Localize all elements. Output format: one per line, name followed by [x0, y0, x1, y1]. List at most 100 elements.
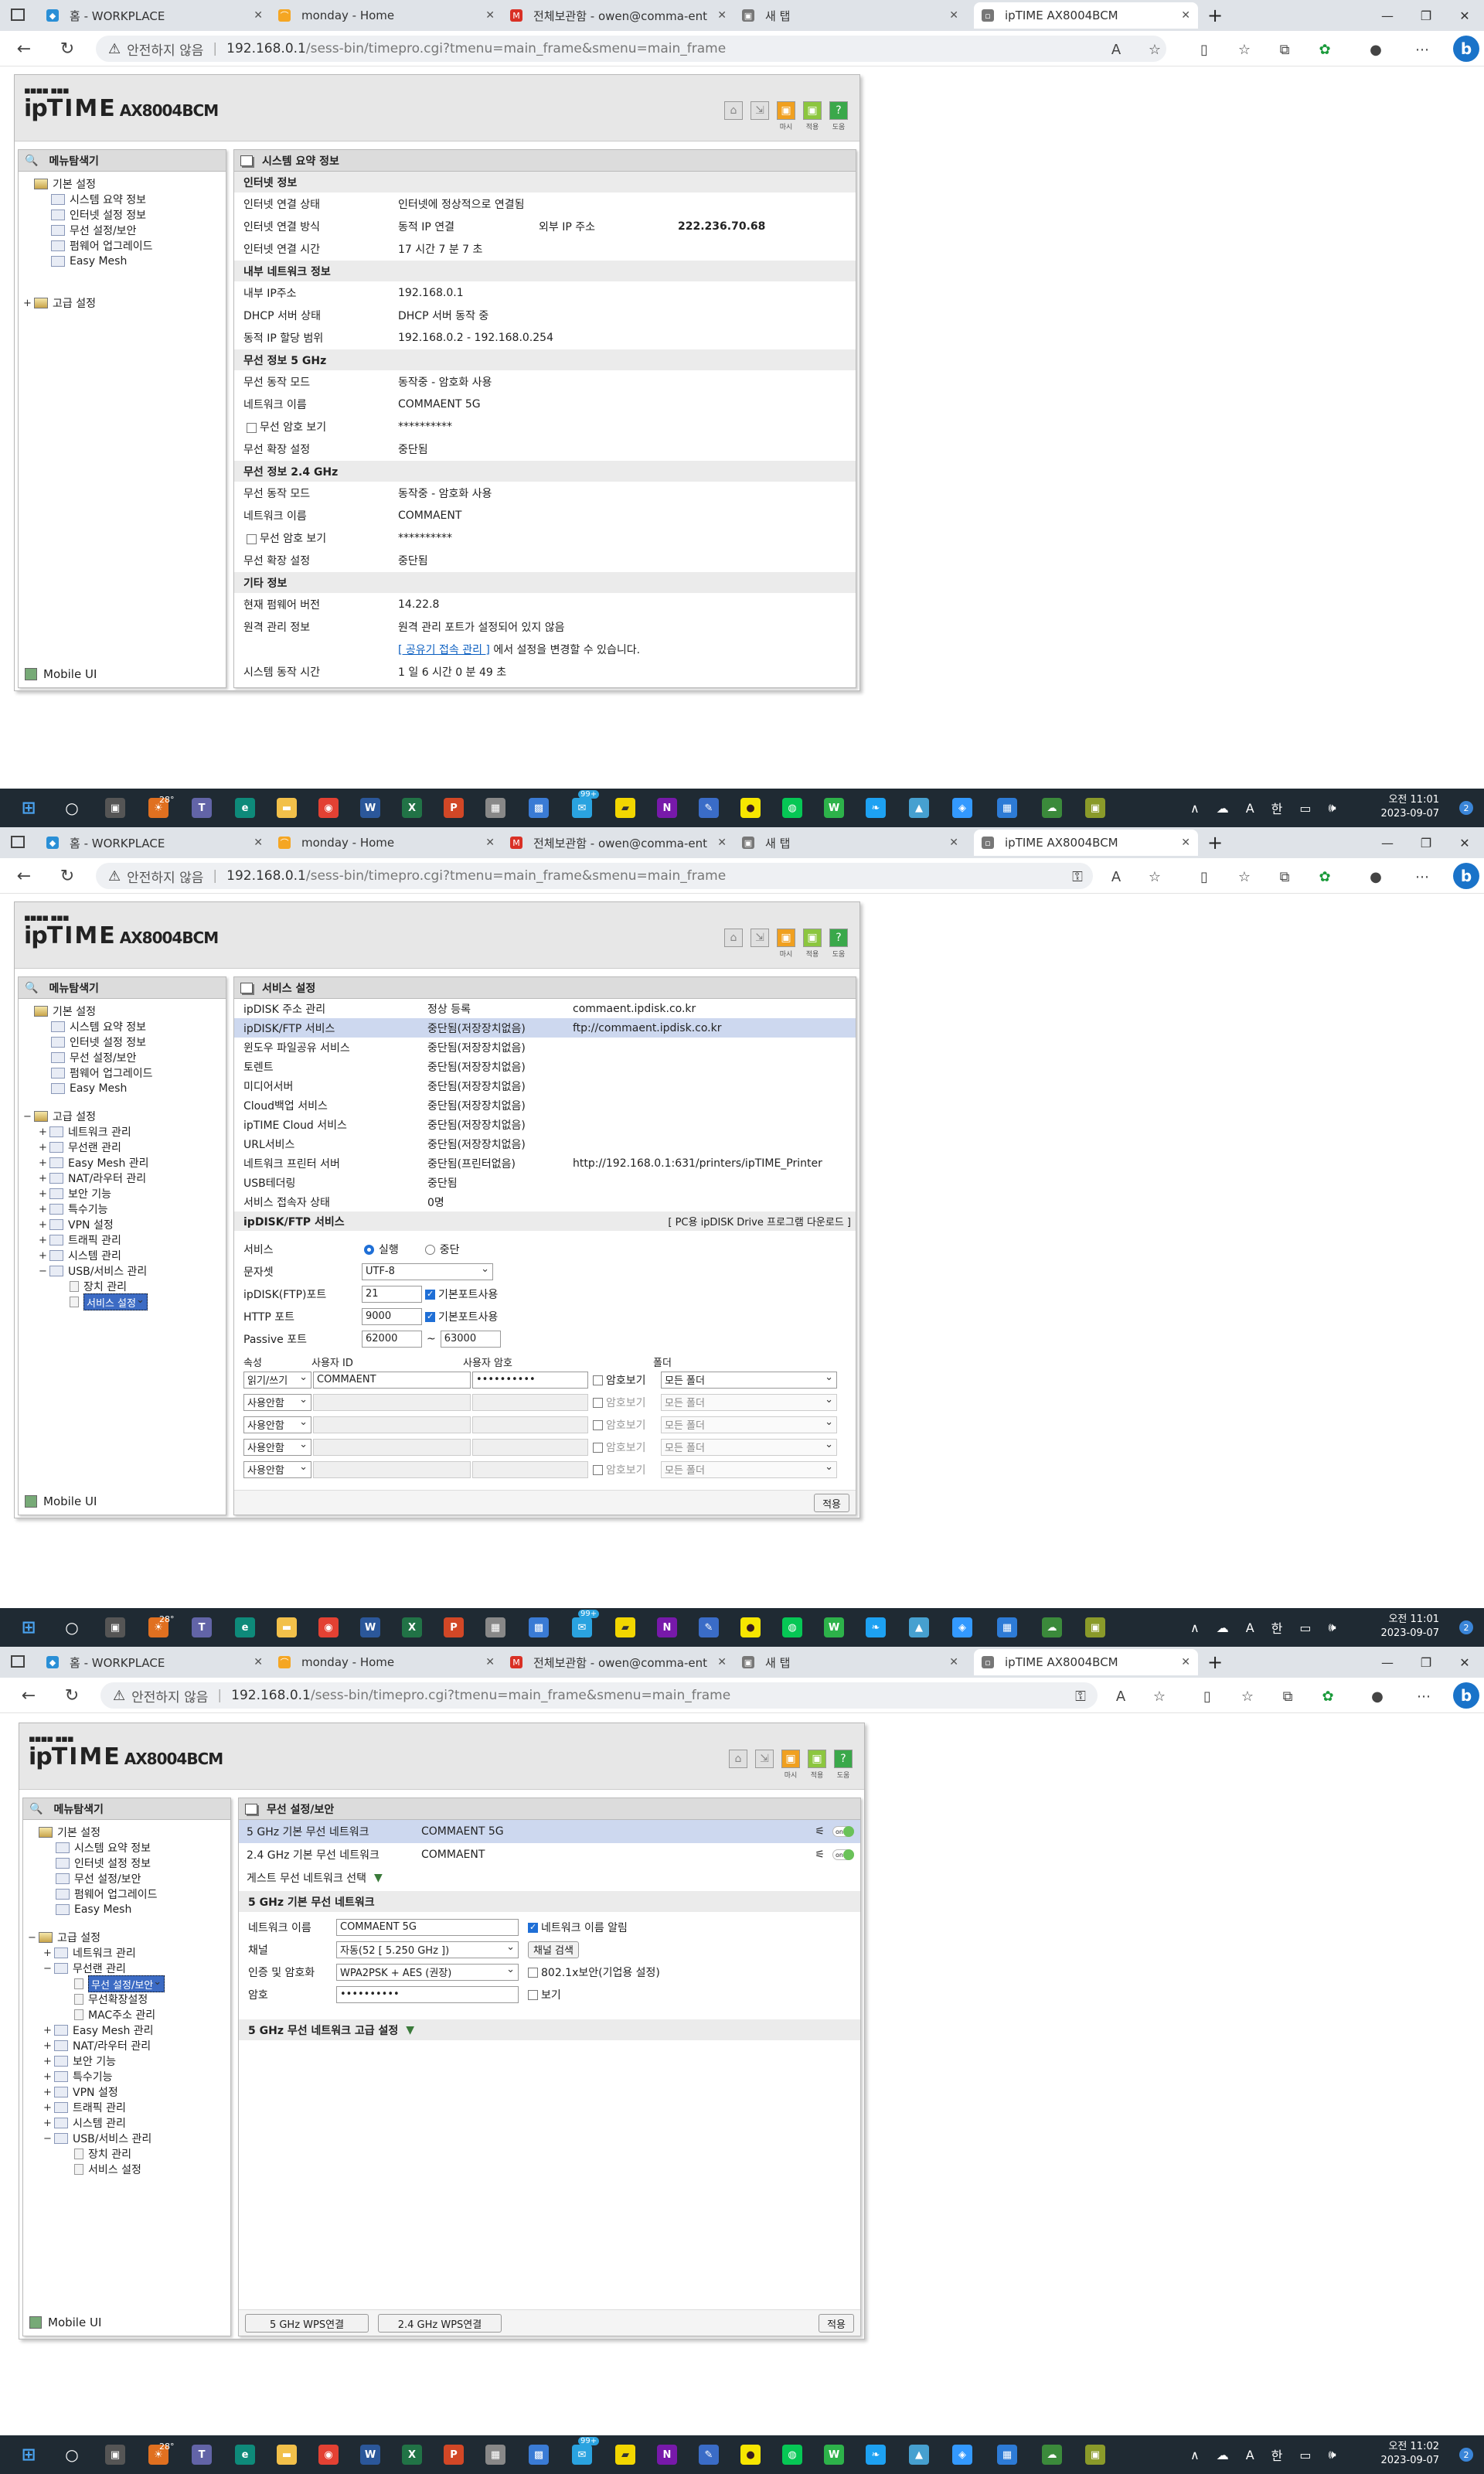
restore-icon[interactable]: ❐ [1407, 0, 1445, 31]
chevron-up-icon[interactable]: ∧ [1190, 801, 1200, 816]
url-field[interactable]: ⚠ 안전하지 않음 | 192.168.0.1/sess-bin/timepro.… [100, 1682, 1098, 1709]
tab-actions-icon[interactable] [11, 1655, 25, 1668]
user-id-input[interactable] [313, 1416, 471, 1433]
remote-icon[interactable]: ◈ [952, 1617, 972, 1637]
user-id-input[interactable]: COMMAENT [313, 1371, 471, 1389]
calculator-icon[interactable]: ▦ [485, 1617, 505, 1637]
photos-icon[interactable]: ▲ [909, 1617, 929, 1637]
word-icon[interactable]: W [360, 2445, 380, 2465]
menu-system-summary[interactable]: 시스템 요약 정보 [28, 1840, 230, 1855]
tab-iptime[interactable]: ▫ ipTIME AX8004BCM ✕ [974, 830, 1198, 856]
menu-system-summary[interactable]: 시스템 요약 정보 [23, 192, 226, 207]
tab-workplace[interactable]: ◆ 홈 - WORKPLACE ✕ [46, 2, 271, 29]
close-window-icon[interactable]: ✕ [1445, 1647, 1484, 1678]
excel-icon[interactable]: X [402, 2445, 422, 2465]
mobile-ui-link[interactable]: Mobile UI [25, 667, 97, 681]
explorer-icon[interactable]: ▬ [277, 2445, 297, 2465]
passive-start-input[interactable]: 62000 [362, 1330, 422, 1348]
tab-workplace[interactable]: ◆ 홈 - WORKPLACE ✕ [46, 1649, 271, 1675]
maximize-icon[interactable]: ▣ 마시 [776, 929, 796, 959]
mobile-ui-link[interactable]: Mobile UI [29, 2316, 101, 2329]
guest-network-select[interactable]: 게스트 무선 네트워크 선택 ▼ [239, 1866, 860, 1890]
volume-icon[interactable]: 🕪 [1329, 2447, 1336, 2462]
clock[interactable]: 오전 11:01 2023-09-07 [1380, 1613, 1439, 1641]
menu-basic[interactable]: 기본 설정 [23, 1004, 226, 1019]
app-icon[interactable]: ✎ [699, 1617, 719, 1637]
explorer-icon[interactable]: ▬ [277, 798, 297, 818]
close-tab-icon[interactable]: ✕ [485, 837, 495, 849]
user-attr-select[interactable]: 사용안함 [243, 1460, 311, 1478]
user-attr-select[interactable]: 읽기/쓰기 [243, 1371, 311, 1389]
close-tab-icon[interactable]: ✕ [485, 9, 495, 22]
show-user-password-checkbox[interactable] [593, 1465, 603, 1475]
menu-system[interactable]: + 시스템 관리 [23, 1248, 226, 1263]
ipdisk-download-link[interactable]: [ PC용 ipDISK Drive 프로그램 다운로드 ] [668, 1214, 851, 1228]
minimize-icon[interactable]: — [1368, 827, 1407, 858]
start-icon[interactable]: ⊞ [19, 1617, 39, 1637]
clock[interactable]: 오전 11:02 2023-09-07 [1380, 2440, 1439, 2468]
collections-icon[interactable]: ⧉ [1274, 39, 1295, 60]
tab-monday[interactable]: ⌒ monday - Home ✕ [278, 2, 502, 29]
close-tab-icon[interactable]: ✕ [1181, 837, 1190, 849]
menu-internet[interactable]: 인터넷 설정 정보 [23, 1034, 226, 1050]
close-window-icon[interactable]: ✕ [1445, 827, 1484, 858]
misc-app-icon[interactable]: ▣ [1085, 1617, 1105, 1637]
logout-icon[interactable]: ⇲ [750, 929, 770, 959]
restore-icon[interactable]: ❐ [1407, 827, 1445, 858]
kakaotalk-icon[interactable]: ● [740, 798, 761, 818]
menu-security[interactable]: + 보안 기능 [28, 2053, 230, 2069]
chevron-up-icon[interactable]: ∧ [1190, 2448, 1200, 2462]
bird-icon[interactable]: ❧ [866, 2445, 886, 2465]
close-tab-icon[interactable]: ✕ [254, 1656, 263, 1668]
explorer-icon[interactable]: ▬ [277, 1617, 297, 1637]
8021x-checkbox[interactable] [528, 1968, 538, 1978]
broadcast-checkbox[interactable] [528, 1922, 538, 1933]
task-view-icon[interactable]: ▣ [105, 798, 125, 818]
menu-wlan-extend[interactable]: 무선확장설정 [28, 1992, 230, 2007]
onenote-icon[interactable]: N [657, 1617, 677, 1637]
app-icon[interactable]: ✎ [699, 798, 719, 818]
user-id-input[interactable] [313, 1438, 471, 1456]
menu-special[interactable]: + 특수기능 [23, 1201, 226, 1217]
help-icon[interactable]: ? 도움 [829, 929, 849, 959]
tab-monday[interactable]: ⌒ monday - Home ✕ [278, 830, 502, 856]
user-folder-select[interactable]: 모든 폴더 [661, 1393, 837, 1411]
tab-iptime[interactable]: ▫ ipTIME AX8004BCM ✕ [974, 1649, 1198, 1675]
chrome-icon[interactable]: ◉ [318, 798, 339, 818]
whatsapp-icon[interactable]: W [824, 2445, 844, 2465]
copilot-badge[interactable]: b [1453, 36, 1479, 62]
user-password-input[interactable] [472, 1416, 588, 1433]
tab-monday[interactable]: ⌒ monday - Home ✕ [278, 1649, 502, 1675]
chat-icon[interactable]: ✉ [572, 2445, 592, 2465]
chevron-up-icon[interactable]: ∧ [1190, 1620, 1200, 1635]
onenote-icon[interactable]: N [657, 2445, 677, 2465]
calculator-icon[interactable]: ▦ [485, 798, 505, 818]
mobile-ui-link[interactable]: Mobile UI [25, 1494, 97, 1508]
user-folder-select[interactable]: 모든 폴더 [661, 1371, 837, 1389]
menu-nat[interactable]: + NAT/라우터 관리 [28, 2038, 230, 2053]
close-tab-icon[interactable]: ✕ [254, 9, 263, 22]
user-password-input[interactable] [472, 1393, 588, 1411]
user-attr-select[interactable]: 사용안함 [243, 1416, 311, 1433]
logout-icon[interactable]: ⇲ [750, 101, 770, 131]
start-icon[interactable]: ⊞ [19, 798, 39, 818]
wlan-24g-toggle[interactable]: on [832, 1849, 854, 1860]
tab-gmail[interactable]: M 전체보관함 - owen@comma-ent ✕ [510, 830, 734, 856]
user-folder-select[interactable]: 모든 폴더 [661, 1416, 837, 1433]
menu-usb[interactable]: − USB/서비스 관리 [28, 2131, 230, 2146]
favorites-icon[interactable]: ☆ [1234, 39, 1255, 60]
collections-icon[interactable]: ⧉ [1274, 866, 1295, 888]
notification-badge[interactable]: 2 [1459, 2448, 1473, 2462]
line-icon[interactable]: ◍ [782, 798, 802, 818]
home-icon[interactable]: ⌂ [728, 1750, 748, 1780]
new-tab-icon[interactable]: + [1207, 1651, 1223, 1673]
charset-select[interactable]: UTF-8 [362, 1263, 493, 1280]
reload-icon[interactable]: ↻ [60, 1684, 83, 1707]
wlan-5g-toggle[interactable]: on [832, 1826, 854, 1837]
search-icon[interactable]: ○ [62, 798, 82, 818]
calendar-icon[interactable]: ▦ [997, 798, 1017, 818]
new-tab-icon[interactable]: + [1207, 832, 1223, 854]
onedrive-icon[interactable]: ☁ [1217, 2448, 1229, 2462]
user-password-input[interactable] [472, 1460, 588, 1478]
volume-icon[interactable]: 🕪 [1329, 1620, 1336, 1635]
